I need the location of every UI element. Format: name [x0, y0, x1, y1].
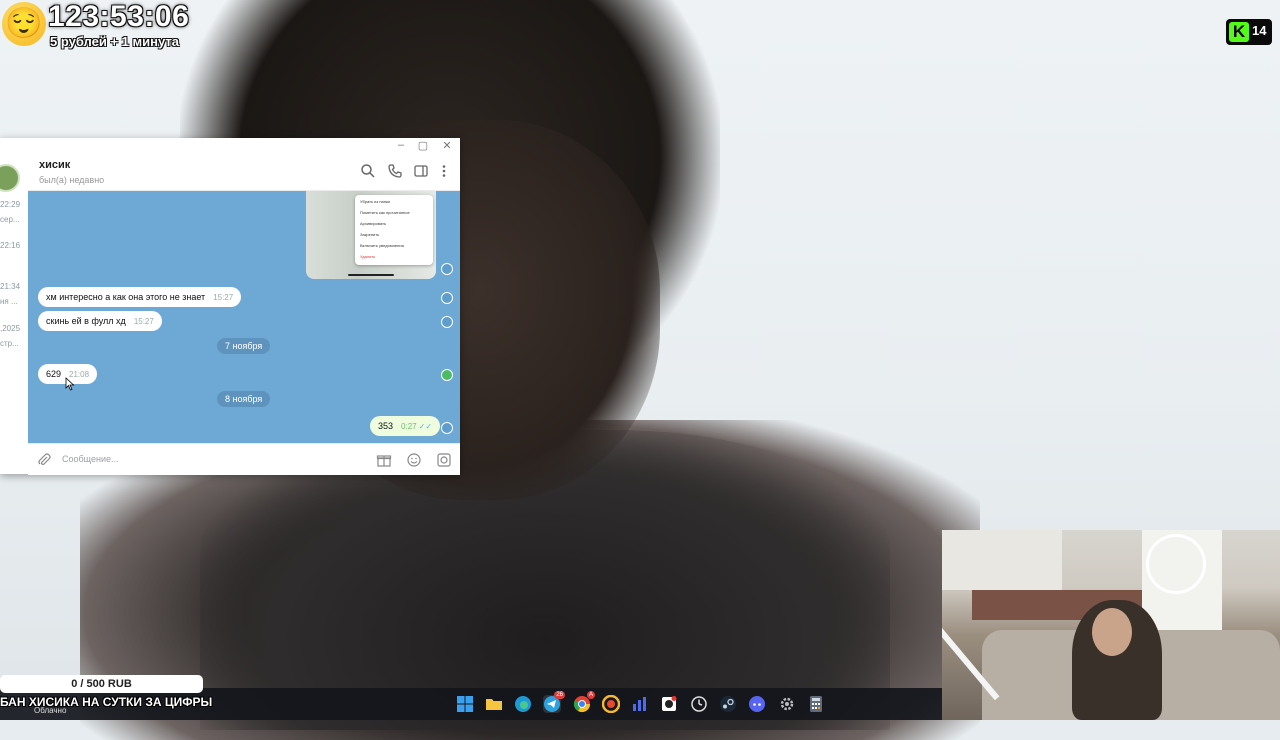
date-separator: 8 ноября	[217, 391, 271, 407]
minimize-button[interactable]: –	[394, 139, 408, 151]
message-time: 15:27	[213, 293, 234, 302]
ctx-menu-item: Закрепить	[360, 232, 380, 237]
select-message-checkbox[interactable]	[441, 292, 453, 304]
chat-list-time: 21:34	[0, 282, 21, 291]
chat-list-time: 22:16	[0, 241, 21, 250]
select-message-checkbox[interactable]	[441, 263, 453, 275]
kick-viewer-badge: K 14	[1226, 19, 1272, 45]
webcam-kitchen-cabinet	[942, 530, 1062, 590]
windows-start-icon[interactable]	[456, 695, 474, 713]
ctx-menu-item: Убрать из папки	[360, 199, 390, 204]
telegram-icon[interactable]: 26	[543, 691, 565, 713]
message-area[interactable]: Убрать из папки Пометить как прочитанное…	[28, 191, 460, 443]
chrome-profile-badge: A	[586, 691, 595, 699]
streamer-webcam	[942, 530, 1280, 720]
settings-icon[interactable]	[778, 695, 796, 713]
ctx-menu-item: Включить уведомления	[360, 243, 404, 248]
timer-rate: 5 рублей + 1 минута	[50, 34, 179, 49]
window-titlebar[interactable]: – ▢ ✕	[0, 138, 460, 154]
more-options-icon[interactable]	[436, 163, 452, 179]
select-message-checkbox[interactable]	[441, 422, 453, 434]
telegram-window: – ▢ ✕ 22:29 сер... 22:16 21:34 ня ... ,2…	[0, 138, 460, 475]
video-message-icon[interactable]	[436, 452, 452, 468]
steam-icon[interactable]	[719, 695, 737, 713]
chat-last-seen: был(а) недавно	[39, 175, 105, 185]
date-separator: 7 ноября	[217, 338, 271, 354]
chrome-icon[interactable]: A	[573, 691, 595, 713]
telegram-unread-badge: 26	[554, 691, 565, 699]
message-time: 0:27	[401, 422, 417, 431]
image-message[interactable]: Убрать из папки Пометить как прочитанное…	[306, 191, 436, 279]
stats-app-icon[interactable]	[631, 695, 649, 713]
message-time: 15:27	[133, 317, 154, 326]
message-text: скинь ей в фулл хд	[46, 316, 126, 326]
message-input-bar: Сообщение...	[28, 443, 460, 475]
maximize-button[interactable]: ▢	[416, 139, 430, 152]
yandex-browser-icon[interactable]	[601, 694, 621, 714]
donation-goal-progress: 0 / 500 RUB	[71, 678, 132, 690]
chat-list-time: ,2025	[0, 324, 21, 333]
sidebar-toggle-icon[interactable]	[413, 163, 429, 179]
viewer-count: 14	[1252, 23, 1267, 38]
chat-list-time: 22:29	[0, 200, 21, 209]
message-text: 629	[46, 369, 62, 379]
attach-paperclip-icon[interactable]	[36, 452, 52, 468]
message-text: хм интересно а как она этого не знает	[46, 292, 206, 302]
edge-icon[interactable]	[514, 695, 532, 713]
chat-list-avatar[interactable]	[0, 164, 20, 192]
search-icon[interactable]	[360, 163, 376, 179]
context-menu-screenshot: Убрать из папки Пометить как прочитанное…	[355, 195, 433, 265]
message-bubble-outgoing[interactable]: 353 0:27 ✓✓	[370, 416, 441, 436]
subathon-timer: 😌 123:53:06 5 рублей + 1 минута	[0, 0, 200, 52]
gift-icon[interactable]	[376, 452, 392, 468]
select-message-checkbox-checked[interactable]	[441, 369, 453, 381]
chat-list-preview: сер...	[0, 215, 20, 224]
chat-header: хисик был(а) недавно	[28, 154, 460, 191]
relieved-face-emoji-icon: 😌	[2, 2, 46, 46]
donation-goal-bar: 0 / 500 RUB	[0, 675, 203, 693]
home-indicator-bar	[348, 274, 394, 276]
message-input[interactable]: Сообщение...	[62, 454, 118, 464]
timer-value: 123:53:06	[48, 0, 190, 33]
ctx-menu-item: Пометить как прочитанное	[360, 210, 410, 215]
chat-title[interactable]: хисик	[39, 159, 70, 171]
message-bubble[interactable]: хм интересно а как она этого не знает 15:…	[38, 287, 242, 307]
donation-goal-caption: БАН ХИСИКА НА СУТКИ ЗА ЦИФРЫ	[0, 695, 213, 709]
phone-icon[interactable]	[387, 163, 403, 179]
ctx-menu-item: Архивировать	[360, 221, 387, 226]
webcam-ring-light	[1146, 534, 1206, 594]
chat-list-preview: стр...	[0, 339, 19, 348]
mouse-cursor-icon	[65, 377, 75, 391]
ctx-menu-item-delete: Удалить	[360, 254, 376, 259]
chat-list-panel[interactable]: 22:29 сер... 22:16 21:34 ня ... ,2025 ст…	[0, 154, 29, 474]
double-check-icon: ✓✓	[418, 422, 433, 431]
clock-app-icon[interactable]	[690, 695, 708, 713]
select-message-checkbox[interactable]	[441, 316, 453, 328]
kick-logo-icon: K	[1229, 22, 1249, 42]
message-text: 353	[378, 421, 394, 431]
emoji-icon[interactable]	[406, 452, 422, 468]
file-explorer-icon[interactable]	[485, 695, 503, 713]
close-button[interactable]: ✕	[440, 139, 454, 152]
webcam-streamer-face	[1092, 608, 1132, 656]
calculator-icon[interactable]	[807, 695, 825, 713]
chat-list-preview: ня ...	[0, 297, 18, 306]
message-bubble[interactable]: скинь ей в фулл хд 15:27	[38, 311, 162, 331]
obs-icon[interactable]	[660, 695, 678, 713]
discord-icon[interactable]	[748, 695, 766, 713]
